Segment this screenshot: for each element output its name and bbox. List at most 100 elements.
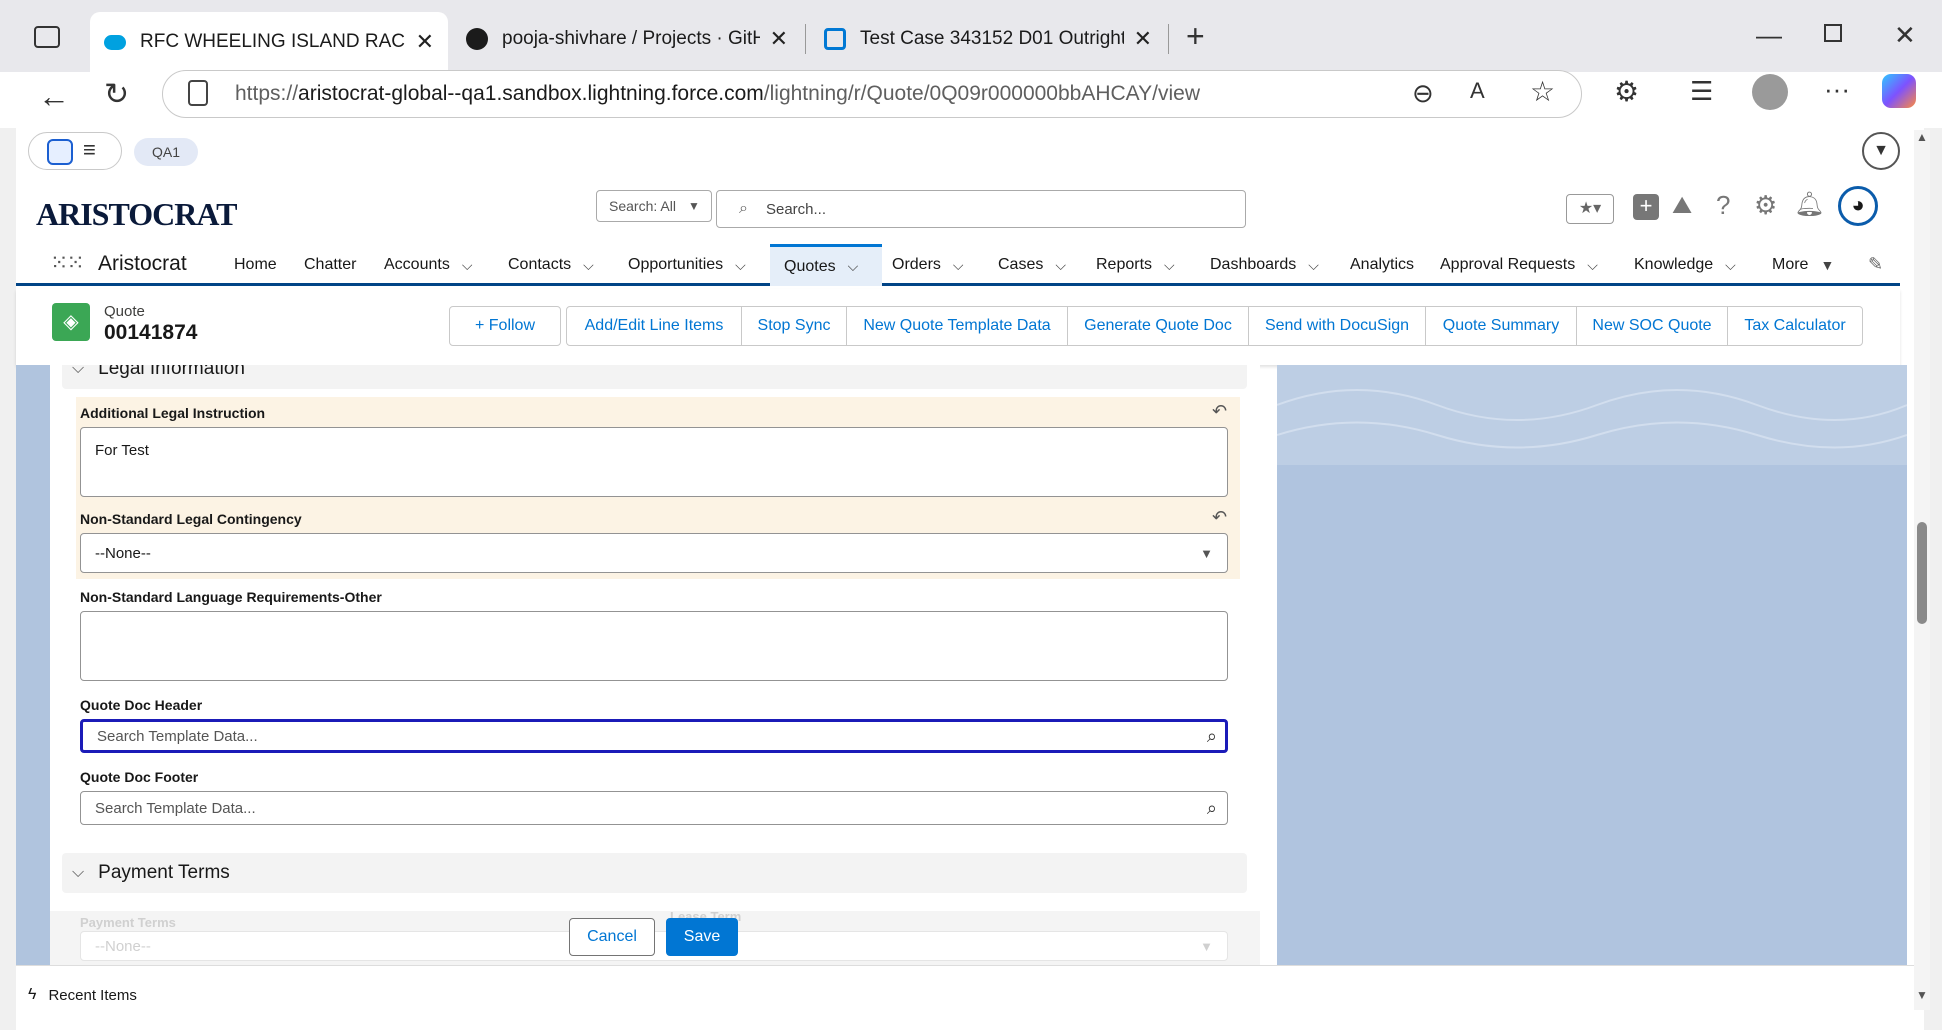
tab-divider [1168,24,1169,54]
chevron-down-icon[interactable]: ⌵ [848,258,859,275]
site-info-icon[interactable] [188,80,208,106]
favorite-star-icon[interactable]: ☆ [1530,78,1555,106]
nav-item-accounts[interactable]: Accounts ⌵ [384,244,472,286]
send-with-docusign-button[interactable]: Send with DocuSign [1248,306,1426,346]
scrollbar-thumb[interactable] [1917,522,1927,624]
nav-label: Dashboards [1210,256,1297,273]
quote-doc-header-lookup[interactable]: Search Template Data... ⌕ [80,719,1228,753]
nav-item-quotes[interactable]: Quotes ⌵ [770,244,882,286]
non-standard-legal-contingency-select[interactable]: --None-- ▼ [80,533,1228,573]
edit-nav-pencil-icon[interactable]: ✎ [1868,254,1883,275]
search-scope-select[interactable]: Search: All ▼ [596,190,712,222]
favorites-list-icon[interactable]: ☰ [1690,78,1713,104]
save-button[interactable]: Save [666,918,738,956]
close-icon[interactable]: ✕ [416,29,434,55]
caret-down-icon[interactable]: ▼ [1820,257,1834,273]
nav-item-opportunities[interactable]: Opportunities ⌵ [628,244,746,286]
app-switcher-button[interactable]: ≡ [28,132,122,170]
nav-item-dashboards[interactable]: Dashboards ⌵ [1210,244,1319,286]
section-legal-information[interactable]: ⌵ Legal Information [62,365,1247,389]
setup-gear-icon[interactable]: ⚙ [1754,190,1777,221]
favorites-star-icon[interactable]: ★▾ [1566,194,1614,224]
notifications-bell-icon[interactable]: 🔔︎ [1794,190,1824,219]
scroll-down-arrow-icon[interactable]: ▼ [1916,988,1928,1002]
nav-item-reports[interactable]: Reports ⌵ [1096,244,1175,286]
utility-footer: ϟ Recent Items [16,965,1916,1023]
nav-item-approval-requests[interactable]: Approval Requests ⌵ [1440,244,1598,286]
browser-tab-bar: RFC WHEELING ISLAND RACETRA ✕ pooja-shiv… [0,0,1942,72]
profile-avatar[interactable] [1752,74,1788,110]
new-soc-quote-button[interactable]: New SOC Quote [1576,306,1728,346]
search-placeholder: Search... [765,200,826,218]
extensions-icon[interactable]: ⚙ [1614,78,1639,106]
nav-item-more[interactable]: More ▼ [1772,244,1834,286]
help-icon[interactable]: ? [1716,190,1730,221]
nav-item-chatter[interactable]: Chatter [304,244,356,286]
browser-tab-testcase[interactable]: Test Case 343152 D01 Outright Sa ✕ [810,14,1166,64]
cancel-button[interactable]: Cancel [569,918,655,956]
chevron-down-icon[interactable]: ⌵ [953,257,964,274]
minimize-icon[interactable]: — [1756,22,1782,48]
additional-legal-instruction-label: Additional Legal Instruction [80,405,266,421]
stop-sync-button[interactable]: Stop Sync [741,306,847,346]
chevron-down-icon[interactable]: ⌵ [1055,257,1066,274]
browser-tab-github[interactable]: pooja-shivhare / Projects · GitHub ✕ [452,14,802,64]
chevron-down-icon[interactable]: ⌵ [1308,257,1319,274]
app-launcher-icon[interactable]: ⁙⁙ [50,250,85,276]
nav-label: Contacts [508,256,572,273]
nav-label: Orders [892,256,941,273]
generate-quote-doc-button[interactable]: Generate Quote Doc [1067,306,1249,346]
nav-item-analytics[interactable]: Analytics [1350,244,1414,286]
chevron-down-icon[interactable]: ⌵ [1164,257,1175,274]
tab-divider [805,24,806,54]
chevron-down-icon[interactable]: ⌵ [462,257,473,274]
browser-tab-active[interactable]: RFC WHEELING ISLAND RACETRA ✕ [90,12,448,72]
refresh-icon[interactable]: ↻ [104,80,129,110]
quote-doc-footer-lookup[interactable]: Search Template Data... ⌕ [80,791,1228,825]
copilot-icon[interactable] [1882,74,1916,108]
non-standard-language-textarea[interactable] [80,611,1228,681]
zoom-icon[interactable]: ⊖ [1412,80,1434,106]
tab-actions-icon[interactable] [34,26,60,48]
window-close-icon[interactable]: ✕ [1894,22,1916,48]
chevron-down-icon[interactable]: ▼ [1862,132,1900,170]
scroll-up-arrow-icon[interactable]: ▲ [1916,130,1928,144]
chevron-down-icon[interactable]: ⌵ [1725,257,1736,274]
new-tab-button[interactable]: + [1186,20,1205,52]
section-payment-terms[interactable]: ⌵ Payment Terms [62,853,1247,893]
nav-item-knowledge[interactable]: Knowledge ⌵ [1634,244,1736,286]
topographic-pattern [1277,365,1907,465]
user-avatar[interactable]: ◕ [1838,186,1878,226]
close-icon[interactable]: ✕ [1134,26,1152,52]
nav-item-orders[interactable]: Orders ⌵ [892,244,964,286]
page-scrollbar[interactable]: ▲ ▼ [1914,130,1930,1010]
nav-item-home[interactable]: Home [234,244,277,286]
tax-calculator-button[interactable]: Tax Calculator [1727,306,1863,346]
nav-item-contacts[interactable]: Contacts ⌵ [508,244,594,286]
additional-legal-instruction-textarea[interactable]: For Test [80,427,1228,497]
quote-doc-header-label: Quote Doc Header [80,697,203,713]
close-icon[interactable]: ✕ [770,26,788,52]
new-quote-template-data-button[interactable]: New Quote Template Data [846,306,1068,346]
chevron-down-icon[interactable]: ⌵ [1587,257,1598,274]
recent-items-label: Recent Items [48,986,137,1004]
github-icon [466,28,488,50]
global-search-input[interactable]: ⌕ Search... [716,190,1246,228]
more-options-icon[interactable]: ··· [1824,76,1850,102]
recent-items-button[interactable]: ϟ Recent Items [28,966,137,1024]
follow-button[interactable]: + Follow [449,306,561,346]
undo-icon[interactable]: ↶ [1212,507,1227,528]
add-edit-line-items-button[interactable]: Add/Edit Line Items [566,306,742,346]
chevron-down-icon[interactable]: ⌵ [583,257,594,274]
read-aloud-icon[interactable]: A [1470,80,1485,102]
nav-item-cases[interactable]: Cases ⌵ [998,244,1066,286]
address-bar[interactable]: https://aristocrat-global--qa1.sandbox.l… [162,70,1582,118]
trailhead-icon[interactable]: ⛰ [1672,192,1692,220]
back-arrow-icon[interactable]: ← [38,80,70,112]
chevron-down-icon[interactable]: ⌵ [735,257,746,274]
restore-icon[interactable] [1824,24,1842,42]
quote-summary-button[interactable]: Quote Summary [1425,306,1577,346]
global-create-icon[interactable]: + [1633,194,1659,220]
section-title: Legal Information [98,365,245,379]
undo-icon[interactable]: ↶ [1212,401,1227,422]
